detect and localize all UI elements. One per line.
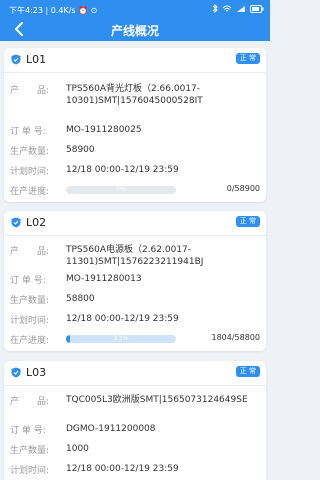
order-value: DGMO-1911200008 — [66, 424, 156, 434]
product-label: 产 品: — [10, 247, 50, 257]
card-header: L01 正 常 — [4, 48, 266, 70]
progress-bar: 0% — [66, 186, 176, 194]
quantity-value: 58800 — [66, 294, 95, 304]
progress-percent: 3.1% — [113, 335, 129, 342]
line-card[interactable]: L03 正 常 产 品: TQC005L3欧洲版SMT|156507312464… — [4, 361, 266, 480]
plan-time-value: 12/18 00:00-12/19 23:59 — [66, 314, 179, 324]
divider — [4, 72, 266, 73]
card-header: L03 正 常 — [4, 361, 266, 383]
shield-icon — [11, 217, 21, 228]
product-label: 产 品: — [10, 397, 50, 407]
quantity-value: 58900 — [66, 145, 95, 155]
progress-label: 在产进度: — [10, 336, 50, 346]
plan-time-label: 计划时间: — [10, 316, 50, 326]
shield-icon — [11, 54, 21, 65]
card-header: L02 正 常 — [4, 211, 266, 233]
status-time: 下午4:23 | 0.4K/s ⏰ ⊙ — [9, 6, 98, 15]
app-header: 下午4:23 | 0.4K/s ⏰ ⊙ 产线概况 — [0, 0, 270, 41]
status-badge: 正 常 — [235, 366, 260, 377]
product-label: 产 品: — [10, 86, 50, 96]
line-name: L03 — [26, 366, 47, 379]
order-label: 订 单 号: — [10, 426, 46, 436]
line-card[interactable]: L02 正 常 产 品: TPS560A电源板（2.62.0017-11301)… — [4, 211, 266, 351]
quantity-value: 1000 — [66, 444, 89, 454]
signal-icon — [237, 5, 245, 12]
plan-time-value: 12/18 00:00-12/19 23:59 — [66, 464, 179, 474]
line-name: L02 — [26, 216, 47, 229]
divider — [4, 235, 266, 236]
order-value: MO-1911280013 — [66, 274, 142, 284]
order-label: 订 单 号: — [10, 127, 46, 137]
status-badge: 正 常 — [235, 53, 260, 64]
battery-icon — [250, 4, 264, 13]
bluetooth-icon — [212, 4, 218, 13]
quantity-label: 生产数量: — [10, 147, 50, 157]
nav-bar: 产线概况 — [0, 18, 270, 41]
progress-percent: 0% — [116, 186, 126, 193]
plan-time-label: 计划时间: — [10, 466, 50, 476]
status-icons — [212, 4, 264, 13]
product-value: TPS560A背光灯板（2.66.0017-10301)SMT|15760450… — [66, 84, 203, 106]
status-bar: 下午4:23 | 0.4K/s ⏰ ⊙ — [0, 0, 270, 18]
divider — [4, 385, 266, 386]
quantity-label: 生产数量: — [10, 296, 50, 306]
shield-icon — [11, 367, 21, 378]
line-name: L01 — [26, 53, 47, 66]
progress-label: 在产进度: — [10, 187, 50, 197]
line-list[interactable]: L01 正 常 产 品: TPS560A背光灯板（2.66.0017-10301… — [0, 41, 270, 480]
product-value: TQC005L3欧洲版SMT|1565073124649SE — [66, 395, 248, 405]
progress-count: 0/58900 — [226, 184, 260, 193]
progress-count: 1804/58800 — [211, 333, 260, 342]
order-label: 订 单 号: — [10, 276, 46, 286]
product-value: TPS560A电源板（2.62.0017-11301)SMT|157622321… — [66, 245, 204, 267]
wifi-icon — [222, 5, 232, 11]
order-value: MO-1911280025 — [66, 125, 142, 135]
page-title: 产线概况 — [110, 24, 159, 38]
plan-time-value: 12/18 00:00-12/19 23:59 — [66, 165, 179, 175]
line-card[interactable]: L01 正 常 产 品: TPS560A背光灯板（2.66.0017-10301… — [4, 48, 266, 202]
status-badge: 正 常 — [235, 216, 260, 227]
plan-time-label: 计划时间: — [10, 167, 50, 177]
progress-bar: 3.1% — [66, 335, 176, 343]
quantity-label: 生产数量: — [10, 446, 50, 456]
